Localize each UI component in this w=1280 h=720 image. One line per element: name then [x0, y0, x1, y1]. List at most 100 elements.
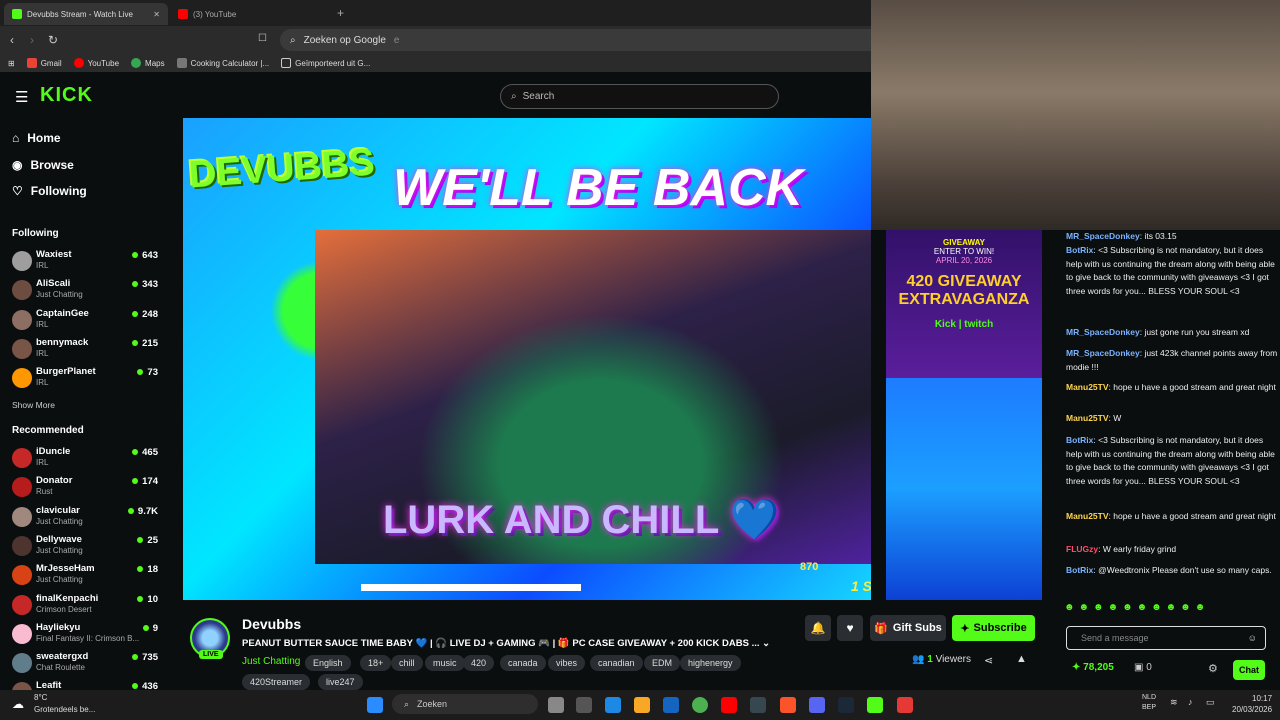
taskbar-search[interactable]: ⌕ Zoeken: [392, 694, 538, 714]
sidebar-channel[interactable]: finalKenpachi Crimson Desert 10: [12, 593, 162, 621]
bookmark-youtube[interactable]: YouTube: [73, 58, 119, 68]
chat-username[interactable]: Manu25TV: [1066, 413, 1109, 423]
bookmark-gmail[interactable]: Gmail: [26, 58, 62, 68]
sidebar-channel[interactable]: AliScali Just Chatting 343: [12, 278, 162, 306]
sidebar-channel[interactable]: Waxiest IRL 643: [12, 249, 162, 277]
sidebar-channel[interactable]: bennymack IRL 215: [12, 337, 162, 365]
kick-logo[interactable]: KICK: [40, 84, 93, 107]
bookmark-icon[interactable]: ☐: [258, 33, 267, 44]
edge-icon[interactable]: [605, 697, 621, 713]
back-icon[interactable]: ‹: [10, 33, 14, 47]
chat-username[interactable]: FLUGzy: [1066, 544, 1098, 554]
kick-icon[interactable]: [867, 697, 883, 713]
chat-send-button[interactable]: Chat: [1233, 660, 1265, 680]
search-input[interactable]: ⌕ Search: [500, 84, 779, 109]
browser-tab-youtube[interactable]: (3) YouTube: [170, 3, 330, 25]
wifi-icon[interactable]: ≋: [1170, 697, 1178, 708]
stream-tag[interactable]: EDM: [644, 655, 680, 671]
clock[interactable]: 10:17 20/03/2026: [1232, 693, 1272, 715]
stream-tag[interactable]: canadian: [590, 655, 643, 671]
chat-username[interactable]: MR_SpaceDonkey: [1066, 327, 1140, 337]
chat-username[interactable]: Manu25TV: [1066, 511, 1109, 521]
youtube-icon[interactable]: [721, 697, 737, 713]
close-icon[interactable]: ✕: [153, 10, 160, 19]
chevron-down-icon[interactable]: ⌄: [762, 638, 770, 649]
outlook-icon[interactable]: [663, 697, 679, 713]
bookmark-cooking[interactable]: Cooking Calculator |...: [176, 58, 269, 68]
language-indicator[interactable]: NLD BEP: [1142, 693, 1156, 713]
sidebar-channel[interactable]: Hayliekyu Final Fantasy II: Crimson B... 9: [12, 622, 162, 650]
avatar: [12, 338, 32, 359]
menu-icon[interactable]: ☰: [15, 88, 28, 106]
brave-icon[interactable]: [780, 697, 796, 713]
bookmark-folder[interactable]: Geïmporteerd uit G...: [281, 58, 370, 68]
sidebar-channel[interactable]: BurgerPlanet IRL 73: [12, 366, 162, 394]
report-icon[interactable]: ▲: [1016, 653, 1027, 665]
emoji-icon[interactable]: ☺: [1248, 633, 1257, 643]
app-icon[interactable]: [897, 697, 913, 713]
chat-message: BotRix: <3 Subscribing is not mandatory,…: [1066, 245, 1275, 297]
channel-name: MrJesseHam: [36, 563, 95, 575]
explorer-icon[interactable]: [634, 697, 650, 713]
steam-icon[interactable]: [838, 697, 854, 713]
forward-icon[interactable]: ›: [30, 33, 34, 47]
nav-home[interactable]: ⌂ Home: [12, 131, 61, 145]
apps-icon[interactable]: ⊞: [8, 59, 15, 68]
subscribe-button[interactable]: ✦ Subscribe: [952, 615, 1035, 641]
sidebar-channel[interactable]: Leafit 436: [12, 680, 162, 690]
sidebar-channel[interactable]: clavicular Just Chatting 9.7K: [12, 505, 162, 533]
reload-icon[interactable]: ↻: [48, 33, 58, 47]
sidebar-channel[interactable]: Donator Rust 174: [12, 475, 162, 503]
chat-username[interactable]: MR_SpaceDonkey: [1066, 348, 1140, 358]
omnibox[interactable]: ⌕ Zoeken op Google e: [280, 29, 872, 51]
volume-icon[interactable]: ♪: [1188, 697, 1193, 707]
bookmark-maps[interactable]: Maps: [131, 58, 165, 68]
calculator-icon[interactable]: [750, 697, 766, 713]
chat-username[interactable]: Manu25TV: [1066, 382, 1109, 392]
gear-icon[interactable]: ⚙: [1208, 662, 1218, 675]
chat-username[interactable]: BotRix: [1066, 435, 1093, 445]
sidebar-channel[interactable]: sweatergxd Chat Roulette 735: [12, 651, 162, 679]
stream-tag[interactable]: vibes: [548, 655, 586, 671]
stream-tag[interactable]: music: [425, 655, 465, 671]
channel-category: Just Chatting: [36, 575, 83, 585]
emote-bar[interactable]: ☻☻☻☻☻☻☻☻☻☻: [1064, 602, 1274, 620]
sidebar-channel[interactable]: MrJesseHam Just Chatting 18: [12, 563, 162, 591]
bell-icon[interactable]: 🔔: [805, 615, 831, 641]
nav-following[interactable]: ♡ Following: [12, 184, 87, 198]
share-icon[interactable]: ⋖: [984, 654, 993, 667]
stream-tag[interactable]: 18+: [360, 655, 392, 671]
heart-icon[interactable]: ♥: [837, 615, 863, 641]
nav-browse[interactable]: ◉ Browse: [12, 158, 74, 172]
sidebar-channel[interactable]: Dellywave Just Chatting 25: [12, 534, 162, 562]
battery-icon[interactable]: ▭: [1206, 697, 1215, 708]
channel-points[interactable]: ✦ 78,205: [1072, 662, 1114, 673]
sidebar-channel[interactable]: CaptainGee IRL 248: [12, 308, 162, 336]
chat-input[interactable]: Send a message ☺: [1066, 626, 1266, 650]
clock-time: 10:17: [1252, 694, 1273, 703]
stream-tag[interactable]: English: [305, 655, 351, 671]
gift-subs-button[interactable]: 🎁 Gift Subs: [870, 615, 946, 641]
stream-tag[interactable]: 420Streamer: [242, 674, 311, 690]
category-link[interactable]: Just Chatting: [242, 656, 300, 667]
chat-username[interactable]: MR_SpaceDonkey: [1066, 231, 1140, 241]
show-more-link[interactable]: Show More: [12, 400, 55, 410]
stream-tag[interactable]: live247: [318, 674, 363, 690]
browser-tab-kick[interactable]: Devubbs Stream - Watch Live ✕: [4, 3, 168, 25]
store-icon[interactable]: [576, 697, 592, 713]
discord-icon[interactable]: [809, 697, 825, 713]
stream-tag[interactable]: chill: [391, 655, 423, 671]
chat-username[interactable]: BotRix: [1066, 565, 1093, 575]
stream-tag[interactable]: canada: [500, 655, 546, 671]
windows-start-icon[interactable]: [367, 697, 383, 713]
task-view-icon[interactable]: [548, 697, 564, 713]
new-tab-icon[interactable]: +: [337, 6, 344, 20]
channel-name[interactable]: Devubbs: [242, 616, 301, 632]
weather-widget[interactable]: 8°C Grotendeels be...: [34, 692, 95, 716]
stream-tag[interactable]: 420: [463, 655, 495, 671]
video-player[interactable]: DEVUBBS WE'LL BE BACK LURK AND CHILL 💙 8…: [183, 118, 871, 600]
sidebar-channel[interactable]: iDuncle IRL 465: [12, 446, 162, 474]
stream-tag[interactable]: highenergy: [680, 655, 741, 671]
chrome-icon[interactable]: [692, 697, 708, 713]
chat-username[interactable]: BotRix: [1066, 245, 1093, 255]
